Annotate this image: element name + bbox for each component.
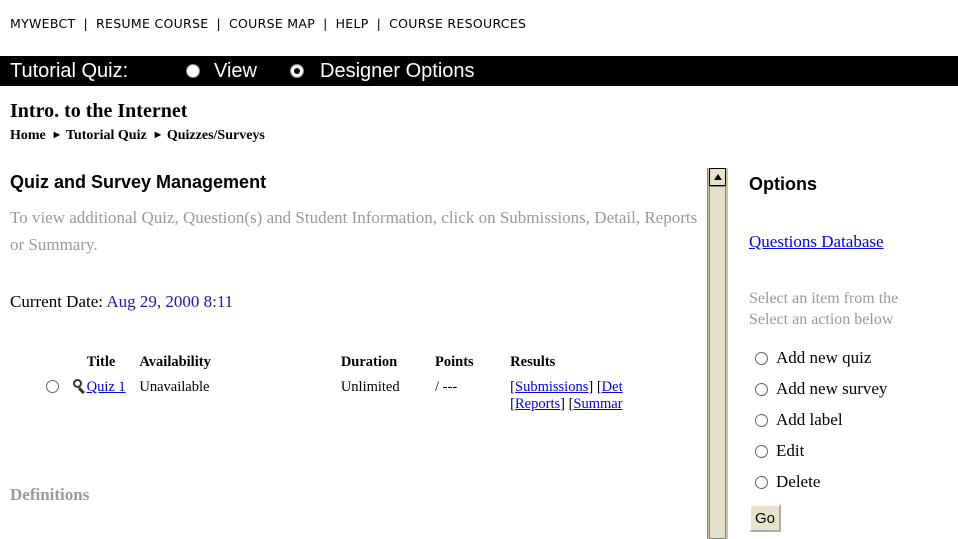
summary-link[interactable]: Summar — [573, 396, 622, 412]
designer-options-radio[interactable] — [290, 64, 304, 78]
top-navigation: MYWEBCT | RESUME COURSE | COURSE MAP | HELP | CO… — [0, 0, 958, 50]
options-instructions: Select an item from the Select an action… — [749, 288, 898, 330]
hint-line-2: Select an action below — [749, 311, 894, 328]
col-duration: Duration — [340, 354, 398, 370]
options-heading: Options — [749, 174, 817, 194]
action-radio[interactable] — [755, 445, 768, 458]
action-radio[interactable] — [755, 414, 768, 427]
top-nav-links: MYWEBCT | RESUME COURSE | COURSE MAP | HELP | CO… — [10, 16, 526, 31]
submissions-link[interactable]: Submissions — [515, 379, 588, 395]
options-panel: Options Questions Database Select an ite… — [735, 168, 958, 539]
nav-separator: | — [83, 16, 89, 31]
nav-separator: | — [376, 16, 382, 31]
action-delete[interactable]: Delete — [755, 472, 887, 503]
quiz-availability: Unavailable — [139, 379, 210, 395]
current-date-label: Current Date: — [10, 292, 103, 311]
action-radio[interactable] — [755, 476, 768, 489]
go-button[interactable]: Go — [749, 504, 782, 532]
quiz-points: / --- — [435, 379, 458, 395]
vertical-scrollbar[interactable] — [707, 168, 728, 539]
nav-course-resources[interactable]: COURSE RESOURCES — [389, 16, 526, 31]
reports-link[interactable]: Reports — [515, 396, 560, 412]
page-title: Quiz and Survey Management — [10, 172, 267, 192]
nav-separator: | — [216, 16, 221, 31]
col-title: Title — [86, 354, 116, 370]
main-content: Quiz and Survey Management To view addit… — [0, 168, 706, 539]
col-points: Points — [435, 354, 474, 370]
breadcrumb: Home ▶ Tutorial Quiz ▶ Quizzes/Surveys — [10, 128, 265, 144]
breadcrumb-tutorial-quiz[interactable]: Tutorial Quiz — [66, 128, 147, 143]
view-radio[interactable] — [186, 64, 200, 78]
instructions-text: To view additional Quiz, Question(s) and… — [10, 208, 698, 254]
current-date-value: Aug 29, 2000 8:11 — [106, 292, 234, 311]
breadcrumb-home[interactable]: Home — [10, 128, 46, 143]
scroll-thumb[interactable] — [709, 186, 726, 539]
action-add-new-quiz[interactable]: Add new quiz — [755, 348, 887, 379]
action-label: Add new survey — [776, 379, 888, 398]
questions-database-link[interactable]: Questions Database — [749, 232, 884, 252]
nav-resume-course[interactable]: RESUME COURSE — [96, 16, 208, 31]
breadcrumb-arrow-icon: ▶ — [154, 130, 161, 139]
action-label: Delete — [776, 472, 821, 491]
col-results: Results — [510, 354, 556, 370]
action-label: Add new quiz — [776, 348, 872, 367]
nav-mywebct[interactable]: MYWEBCT — [10, 16, 76, 31]
nav-help[interactable]: HELP — [336, 16, 369, 31]
quiz-results: [Submissions] [Det [Reports] [Summar — [510, 379, 623, 412]
action-edit[interactable]: Edit — [755, 441, 887, 472]
view-label[interactable]: View — [214, 56, 257, 86]
tool-title: Tutorial Quiz: — [10, 60, 129, 82]
quiz-table: Title Availability Duration Points Resul… — [46, 354, 706, 413]
detail-link[interactable]: Det — [602, 379, 623, 395]
quiz-title-bar: Tutorial Quiz: View Designer Options — [0, 56, 958, 86]
action-list: Add new quiz Add new survey Add label Ed… — [755, 348, 887, 503]
hint-line-1: Select an item from the — [749, 290, 899, 307]
designer-options-label[interactable]: Designer Options — [320, 56, 475, 86]
quiz-duration: Unlimited — [340, 379, 400, 395]
scroll-up-arrow-icon[interactable] — [709, 168, 726, 186]
nav-course-map[interactable]: COURSE MAP — [229, 16, 315, 31]
col-availability: Availability — [139, 354, 211, 370]
quiz-title-link[interactable]: Quiz 1 — [87, 379, 126, 395]
nav-separator: | — [323, 16, 328, 31]
magnifier-icon[interactable] — [72, 379, 87, 395]
quiz-select-radio[interactable] — [46, 380, 59, 393]
current-date: Current Date: Aug 29, 2000 8:11 — [10, 292, 233, 312]
course-title: Intro. to the Internet — [10, 100, 188, 122]
definitions-heading: Definitions — [10, 485, 90, 504]
action-add-label[interactable]: Add label — [755, 410, 887, 441]
action-radio[interactable] — [755, 383, 768, 396]
table-header-row: Title Availability Duration Points Resul… — [46, 354, 706, 379]
breadcrumb-quizzes-surveys: Quizzes/Surveys — [166, 128, 265, 143]
action-add-new-survey[interactable]: Add new survey — [755, 379, 887, 410]
action-label: Add label — [776, 410, 843, 429]
action-label: Edit — [776, 441, 805, 460]
action-radio[interactable] — [755, 352, 768, 365]
table-row: Quiz 1 Unavailable Unlimited / --- [Subm… — [46, 379, 706, 413]
breadcrumb-arrow-icon: ▶ — [53, 130, 60, 139]
